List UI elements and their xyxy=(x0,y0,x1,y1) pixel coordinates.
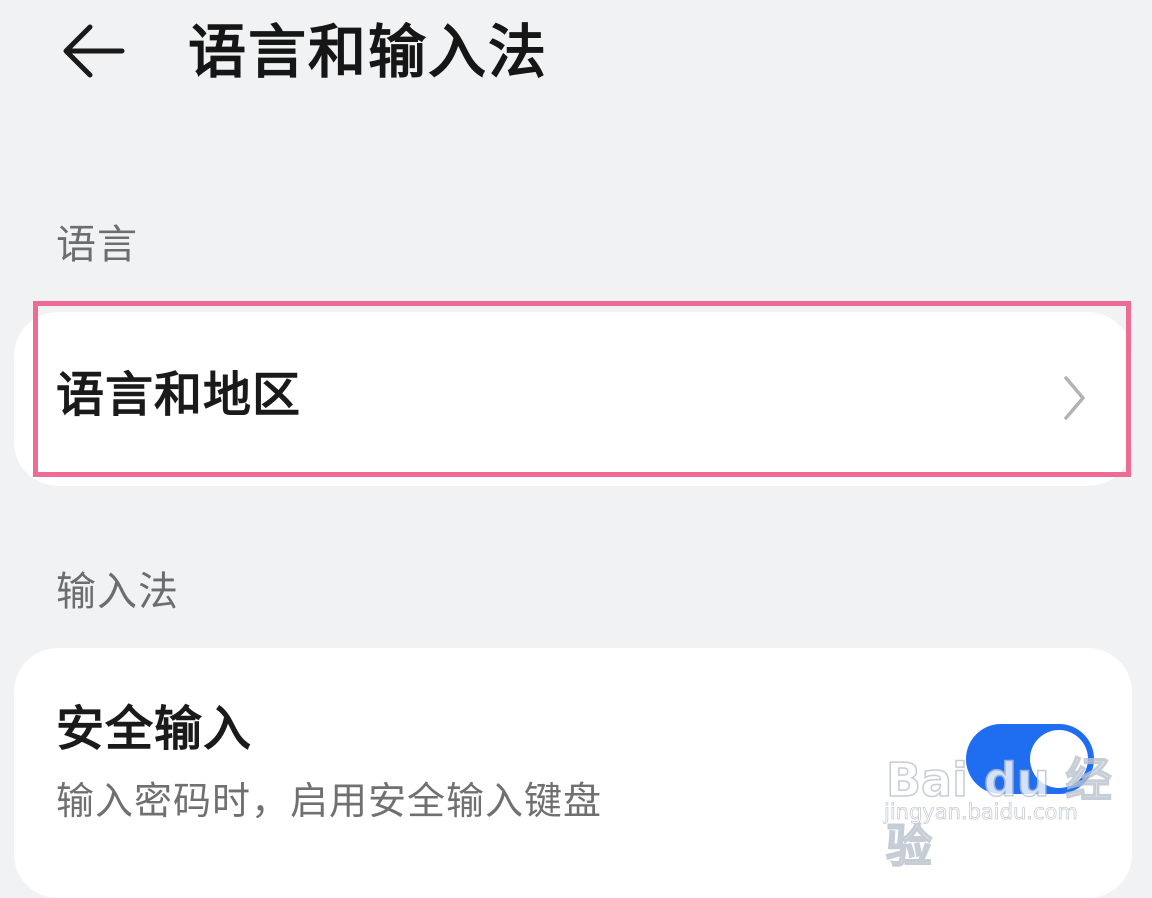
secure-input-label: 安全输入 xyxy=(56,701,253,757)
section-header-language: 语言 xyxy=(56,222,138,268)
arrow-left-icon xyxy=(63,24,125,78)
watermark-url: jingyan.baidu.com xyxy=(884,800,1079,825)
language-region-row[interactable]: 语言和地区 xyxy=(14,312,1132,486)
top-app-bar: 语言和输入法 xyxy=(0,0,1152,110)
chevron-right-icon xyxy=(1054,368,1094,428)
language-region-label: 语言和地区 xyxy=(56,367,302,423)
page-title: 语言和输入法 xyxy=(188,18,549,86)
back-button[interactable] xyxy=(52,16,132,86)
section-header-input-method: 输入法 xyxy=(56,569,179,615)
secure-input-description: 输入密码时，启用安全输入键盘 xyxy=(56,779,603,823)
baidu-jingyan-watermark: Bai du 经验 jingyan.baidu.com xyxy=(882,744,1113,874)
